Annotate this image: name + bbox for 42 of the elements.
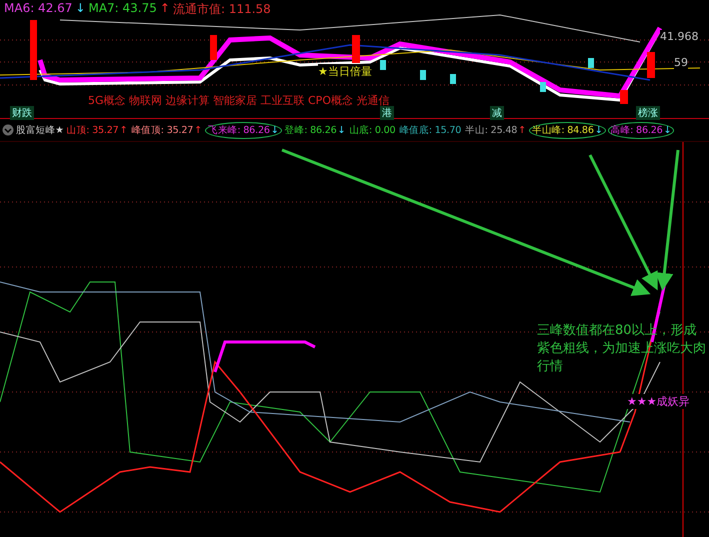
trend-arrow: ↓ bbox=[664, 124, 672, 136]
collapse-icon[interactable] bbox=[2, 124, 14, 136]
indicator-title: 股富短峰★ bbox=[16, 124, 64, 136]
ma-reading: MA6: 42.67 bbox=[4, 1, 72, 17]
trend-arrow: ↓ bbox=[75, 1, 86, 17]
circled-reading: 飞来峰: 86.26↓ bbox=[205, 122, 282, 138]
candle bbox=[450, 74, 456, 84]
marker-tag: 财跌 bbox=[10, 106, 34, 120]
concept-tags: 5G概念 物联网 边缘计算 智能家居 工业互联 CPO概念 光通信 bbox=[88, 93, 390, 108]
marker-tag: 减 bbox=[490, 106, 504, 120]
indicator-reading: 山底: 0.00 bbox=[348, 124, 396, 138]
candle bbox=[420, 70, 426, 80]
market-cap-reading: 流通市值: 111.58 bbox=[172, 1, 271, 18]
trend-arrow: ↑ bbox=[194, 124, 202, 136]
signal-tag: ★★★成妖异 bbox=[627, 394, 690, 409]
trend-arrow: ↓ bbox=[270, 124, 279, 136]
candle bbox=[540, 82, 546, 92]
candle bbox=[588, 58, 594, 68]
marker-tag: 榜涨 bbox=[636, 106, 660, 120]
candle bbox=[352, 35, 360, 63]
indicator-reading: 登峰: 86.26↓ bbox=[284, 124, 346, 138]
ma-reading: MA7: 43.75 bbox=[88, 1, 157, 17]
candle bbox=[380, 60, 386, 70]
trend-arrow: ↓ bbox=[338, 124, 346, 136]
trend-arrow: ↑ bbox=[160, 1, 170, 17]
marker-tag: 港 bbox=[380, 106, 394, 120]
indicator-reading: 峰值底: 15.70 bbox=[398, 124, 462, 138]
trend-arrow: ↑ bbox=[518, 124, 526, 136]
indicator-reading: 山顶: 35.27↑ bbox=[66, 124, 128, 138]
signal-tag: ★当日倍量 bbox=[318, 64, 372, 79]
candle bbox=[647, 52, 655, 78]
price-label: 59 bbox=[674, 56, 688, 69]
trend-arrow: ↓ bbox=[594, 124, 603, 136]
candle bbox=[210, 35, 217, 60]
candle bbox=[30, 20, 37, 80]
candle bbox=[620, 90, 628, 104]
trend-arrow: ↑ bbox=[120, 124, 128, 136]
price-label: 41.968 bbox=[660, 30, 698, 43]
circled-reading: 高峰: 86.26↓ bbox=[608, 122, 674, 138]
indicator-reading: 峰值顶: 35.27↑ bbox=[130, 124, 203, 138]
indicator-reading: 半山: 25.48↑ bbox=[464, 124, 527, 138]
circled-reading: 半山峰: 84.86↓ bbox=[528, 122, 606, 138]
